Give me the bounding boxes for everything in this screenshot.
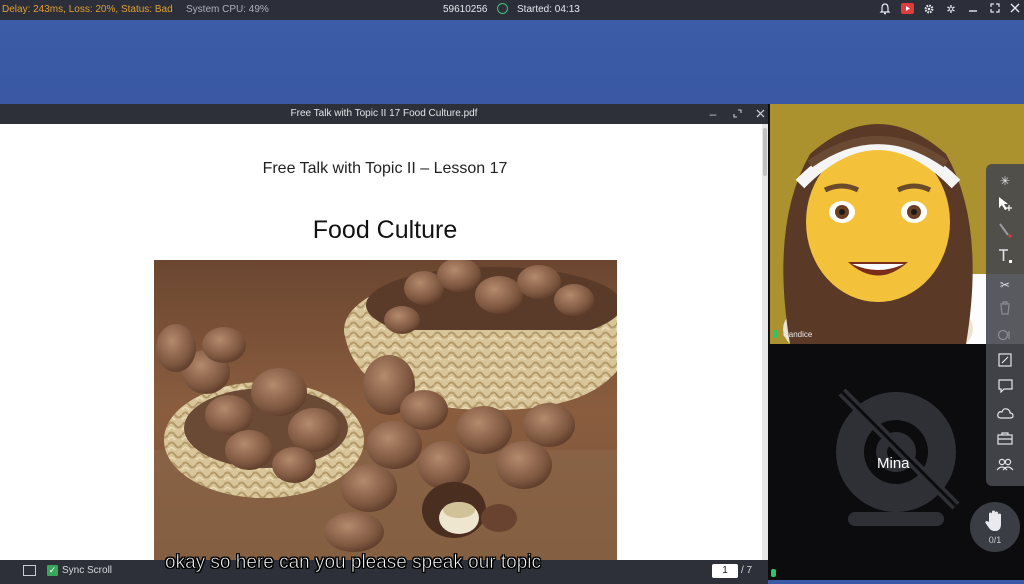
pdf-window-title: Free Talk with Topic II 17 Food Culture.… bbox=[290, 108, 478, 119]
classroom-background bbox=[0, 20, 1024, 104]
lesson-heading: Free Talk with Topic II – Lesson 17 bbox=[262, 160, 508, 177]
sync-scroll-checkbox[interactable]: ✓ bbox=[47, 565, 58, 576]
pdf-viewer-window: Free Talk with Topic II 17 Food Culture.… bbox=[0, 104, 769, 584]
laser-pointer-icon[interactable]: ✳ bbox=[992, 170, 1018, 192]
hand-icon bbox=[985, 510, 1001, 531]
student-name: Mina bbox=[877, 455, 910, 472]
pdf-scrollbar-thumb[interactable] bbox=[763, 128, 767, 176]
users-icon[interactable] bbox=[992, 456, 1018, 478]
page-total: / 7 bbox=[741, 565, 753, 576]
minimize-icon[interactable] bbox=[966, 3, 980, 17]
pen-icon[interactable] bbox=[992, 222, 1018, 244]
raise-hand-button[interactable]: 0/1 bbox=[970, 502, 1020, 552]
window-expand-icon[interactable] bbox=[728, 104, 746, 124]
pdf-page[interactable]: Free Talk with Topic II – Lesson 17 Food… bbox=[0, 124, 762, 560]
network-status: Delay: 243ms, Loss: 20%, Status: Bad bbox=[2, 4, 173, 15]
bell-icon[interactable] bbox=[878, 3, 892, 17]
teacher-mic-icon bbox=[773, 330, 778, 338]
clock-icon bbox=[497, 3, 508, 14]
cpu-usage: System CPU: 49% bbox=[186, 4, 269, 15]
thumbnail-panel-icon[interactable] bbox=[23, 565, 36, 576]
shapes-icon[interactable] bbox=[992, 326, 1018, 348]
close-icon[interactable] bbox=[1008, 3, 1022, 17]
select-icon[interactable] bbox=[992, 196, 1018, 218]
trash-icon[interactable] bbox=[992, 300, 1018, 322]
live-subtitle: okay so here can you please speak our to… bbox=[165, 552, 542, 574]
cloud-icon[interactable] bbox=[992, 404, 1018, 426]
class-id: 59610256 bbox=[443, 4, 488, 15]
teacher-name-tag: Candice bbox=[783, 330, 813, 339]
text-icon[interactable] bbox=[992, 248, 1018, 270]
hand-count: 0/1 bbox=[988, 535, 1002, 545]
settings-icon[interactable] bbox=[922, 3, 936, 17]
toolbox-icon[interactable] bbox=[992, 430, 1018, 452]
record-icon[interactable] bbox=[900, 3, 914, 17]
document-title: Food Culture bbox=[312, 216, 458, 244]
window-close-icon[interactable] bbox=[751, 104, 769, 124]
page-number-input[interactable]: 1 bbox=[712, 564, 738, 578]
top-status-bar: Delay: 243ms, Loss: 20%, Status: Bad Sys… bbox=[0, 0, 1024, 20]
student-mic-icon bbox=[771, 569, 776, 577]
fullscreen-icon[interactable] bbox=[988, 3, 1002, 17]
edit-box-icon[interactable] bbox=[992, 352, 1018, 374]
sync-scroll-label: Sync Scroll bbox=[62, 565, 113, 576]
elapsed-time: Started: 04:13 bbox=[517, 4, 580, 15]
hazelnut-baskets-photo bbox=[154, 260, 617, 560]
chat-icon[interactable] bbox=[992, 378, 1018, 400]
pin-icon[interactable]: ✲ bbox=[944, 3, 958, 17]
scissors-icon[interactable]: ✂ bbox=[992, 274, 1018, 296]
whiteboard-toolbar: ✳ ✂ bbox=[986, 164, 1024, 486]
window-minimize-icon[interactable]: – bbox=[704, 104, 722, 124]
